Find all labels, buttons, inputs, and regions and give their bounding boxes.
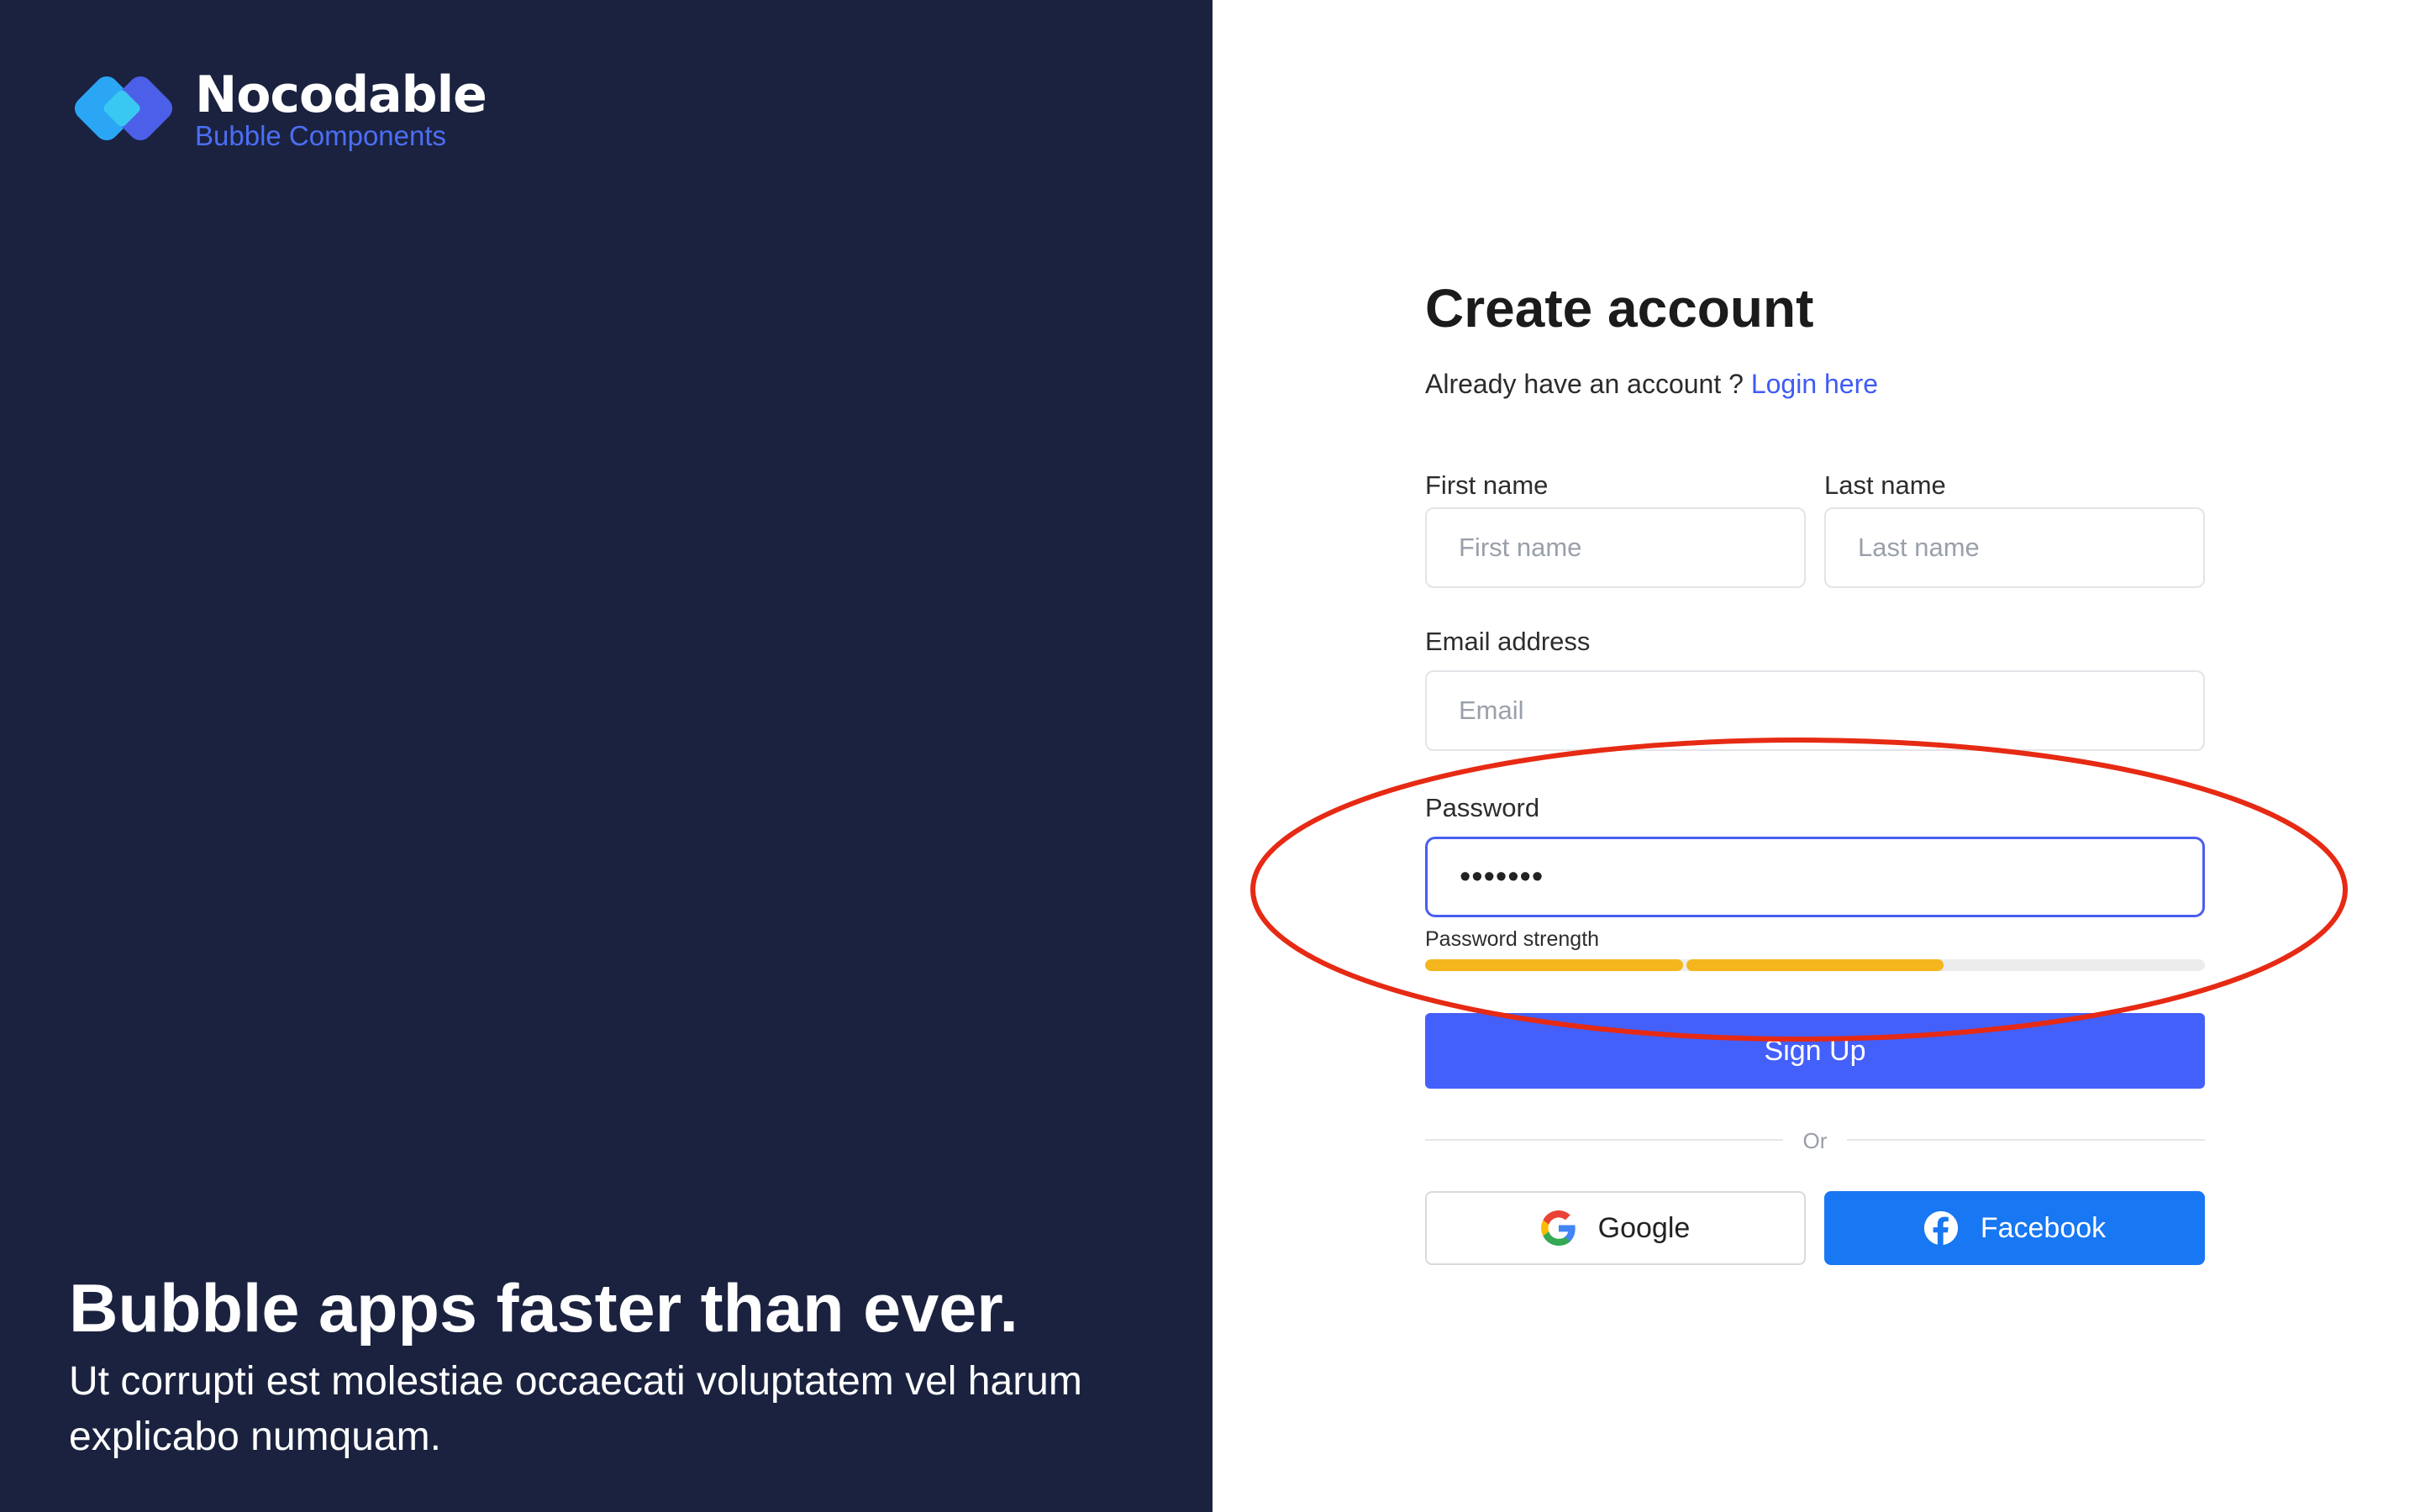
last-name-input[interactable] <box>1824 507 2205 588</box>
strength-segment <box>1686 959 1944 971</box>
hero-tagline: Ut corrupti est molestiae occaecati volu… <box>69 1359 1082 1459</box>
brand-subtitle: Bubble Components <box>195 120 447 151</box>
google-icon <box>1540 1210 1576 1246</box>
email-label: Email address <box>1425 627 1591 656</box>
or-separator: Or <box>1802 1128 1828 1153</box>
facebook-signin-button[interactable]: Facebook <box>1824 1191 2205 1265</box>
first-name-label: First name <box>1425 470 1549 500</box>
login-link[interactable]: Login here <box>1751 369 1878 399</box>
strength-segment <box>1425 959 1683 971</box>
logo-icon <box>74 76 173 141</box>
brand-name: Nocodable <box>195 66 487 124</box>
hero-headline: Bubble apps faster than ever. <box>69 1271 1018 1347</box>
password-label: Password <box>1425 793 1540 822</box>
email-input[interactable] <box>1425 670 2205 751</box>
google-label: Google <box>1597 1211 1691 1244</box>
facebook-icon <box>1923 1210 1958 1246</box>
login-prompt-text: Already have an account ? <box>1425 369 1744 399</box>
last-name-label: Last name <box>1824 470 1946 500</box>
logo[interactable]: Nocodable Bubble Components <box>69 67 487 151</box>
password-input[interactable] <box>1425 837 2205 917</box>
facebook-label: Facebook <box>1980 1211 2107 1244</box>
brand-panel: Nocodable Bubble Components Bubble apps … <box>0 0 1213 1512</box>
divider-right <box>1847 1139 2205 1141</box>
password-strength-meter <box>1425 959 2205 971</box>
first-name-input[interactable] <box>1425 507 1806 588</box>
login-prompt: Already have an account ? Login here <box>1425 363 1878 405</box>
page-title: Create account <box>1425 278 1814 339</box>
google-signin-button[interactable]: Google <box>1425 1191 1806 1265</box>
password-strength-label: Password strength <box>1425 927 1600 951</box>
sign-up-button[interactable]: Sign Up <box>1425 1013 2205 1089</box>
divider-left <box>1425 1139 1783 1141</box>
signup-form: Create account Already have an account ?… <box>1425 0 2205 1512</box>
